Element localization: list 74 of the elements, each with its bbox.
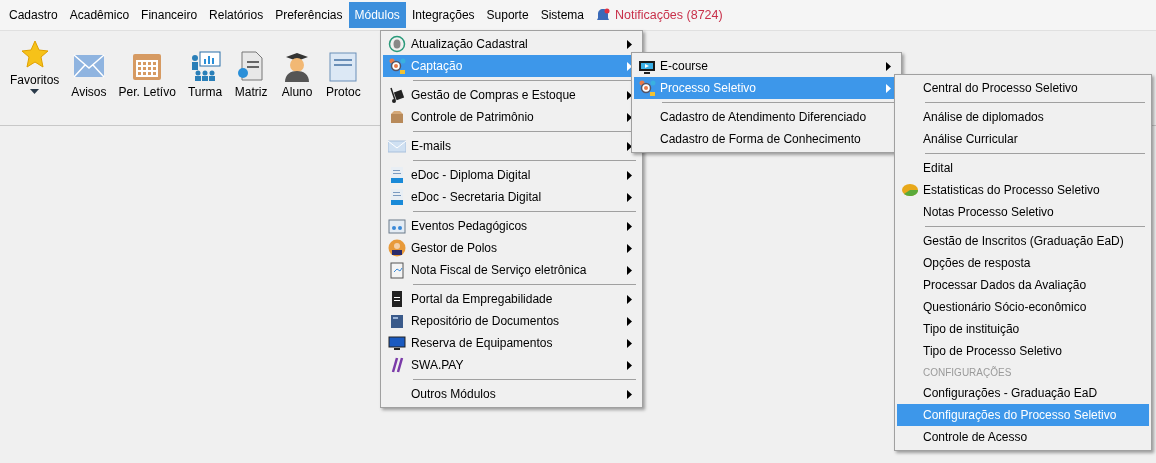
pie-chart-icon: [901, 181, 919, 199]
menu-item[interactable]: Nota Fiscal de Serviço eletrônica: [383, 259, 640, 281]
menu-bar-item[interactable]: Sistema: [534, 2, 590, 28]
toolbar-button[interactable]: Favoritos: [6, 37, 64, 96]
menu-bar-item[interactable]: Acadêmico: [63, 2, 136, 28]
menu-item[interactable]: Opções de resposta: [897, 252, 1149, 274]
menu-bar-item[interactable]: Suporte: [480, 2, 535, 28]
toolbar-button[interactable]: Aluno: [276, 47, 319, 101]
menu-bar-item[interactable]: Cadastro: [3, 2, 64, 28]
menu-item[interactable]: Eventos Pedagógicos: [383, 215, 640, 237]
menu-bar-item[interactable]: Financeiro: [135, 2, 204, 28]
menu-bar-item[interactable]: Preferências: [269, 2, 349, 28]
menu-item[interactable]: Gestão de Inscritos (Graduação EaD): [897, 230, 1149, 252]
menu-item[interactable]: Tipo de Processo Seletivo: [897, 340, 1149, 362]
monitor-icon: [388, 334, 406, 352]
submenu-arrow-icon: [627, 192, 632, 202]
menu-item[interactable]: eDoc - Diploma Digital: [383, 164, 640, 186]
menu-item[interactable]: eDoc - Secretaria Digital: [383, 186, 640, 208]
submenu-arrow-icon: [886, 61, 891, 71]
clipboard-icon: [388, 261, 406, 279]
menu-bar-item[interactable]: Relatórios: [203, 2, 270, 28]
submenu-arrow-icon: [627, 39, 632, 49]
submenu-arrow-icon: [627, 338, 632, 348]
menu-item[interactable]: Outros Módulos: [383, 383, 640, 405]
toolbar-button[interactable]: Protoc: [322, 47, 365, 101]
menu-item[interactable]: SWA.PAY: [383, 354, 640, 376]
submenu-arrow-icon: [886, 83, 891, 93]
submenu-arrow-icon: [627, 141, 632, 151]
bell-icon: [596, 8, 610, 22]
people-search-icon: [388, 57, 406, 75]
folder-document-icon: [388, 312, 406, 330]
box-icon: [388, 108, 406, 126]
toolbar-button[interactable]: Turma: [183, 47, 227, 101]
people-search-icon: [638, 79, 656, 97]
menu-item[interactable]: Reserva de Equipamentos: [383, 332, 640, 354]
menu-item[interactable]: Controle de Acesso: [897, 426, 1149, 448]
submenu-arrow-icon: [627, 316, 632, 326]
menu-item[interactable]: Gestor de Polos: [383, 237, 640, 259]
submenu-arrow-icon: [627, 170, 632, 180]
submenu-arrow-icon: [627, 389, 632, 399]
menu-item[interactable]: Análise Curricular: [897, 128, 1149, 150]
menu-item[interactable]: Central do Processo Seletivo: [897, 77, 1149, 99]
menu-item[interactable]: Tipo de instituição: [897, 318, 1149, 340]
menu-item[interactable]: Configurações - Graduação EaD: [897, 382, 1149, 404]
submenu-arrow-icon: [627, 90, 632, 100]
toolbar-button[interactable]: Avisos: [67, 47, 111, 101]
menu-item[interactable]: Notas Processo Seletivo: [897, 201, 1149, 223]
menu-item[interactable]: Questionário Sócio-econômico: [897, 296, 1149, 318]
envelope-icon: [388, 137, 406, 155]
section-header: CONFIGURAÇÕES: [923, 366, 1012, 378]
menu-bar-item[interactable]: Integrações: [405, 2, 481, 28]
menu-item[interactable]: Portal da Empregabilidade: [383, 288, 640, 310]
submenu-arrow-icon: [627, 243, 632, 253]
menu-item[interactable]: Análise de diplomados: [897, 106, 1149, 128]
menu-item[interactable]: Repositório de Documentos: [383, 310, 640, 332]
submenu-arrow-icon: [627, 221, 632, 231]
file-icon: [388, 188, 406, 206]
caret-down-icon: [30, 89, 40, 94]
menu-item[interactable]: Edital: [897, 157, 1149, 179]
toolbar-button[interactable]: Matriz: [230, 47, 273, 101]
menu-item[interactable]: Atualização Cadastral: [383, 33, 640, 55]
submenu-arrow-icon: [627, 112, 632, 122]
submenu-arrow-icon: [627, 294, 632, 304]
file-icon: [388, 166, 406, 184]
notifications-link[interactable]: Notificações (8724): [615, 8, 723, 22]
person-icon: [388, 239, 406, 257]
submenu-arrow-icon: [627, 360, 632, 370]
menu-item[interactable]: Estatisticas do Processo Seletivo: [897, 179, 1149, 201]
menu-item[interactable]: Processar Dados da Avaliação: [897, 274, 1149, 296]
menu-item[interactable]: E-mails: [383, 135, 640, 157]
toolbar-button[interactable]: Per. Letívo: [114, 47, 180, 101]
submenu-arrow-icon: [627, 265, 632, 275]
hand-truck-icon: [388, 86, 406, 104]
submenu-arrow-icon: [627, 61, 632, 71]
